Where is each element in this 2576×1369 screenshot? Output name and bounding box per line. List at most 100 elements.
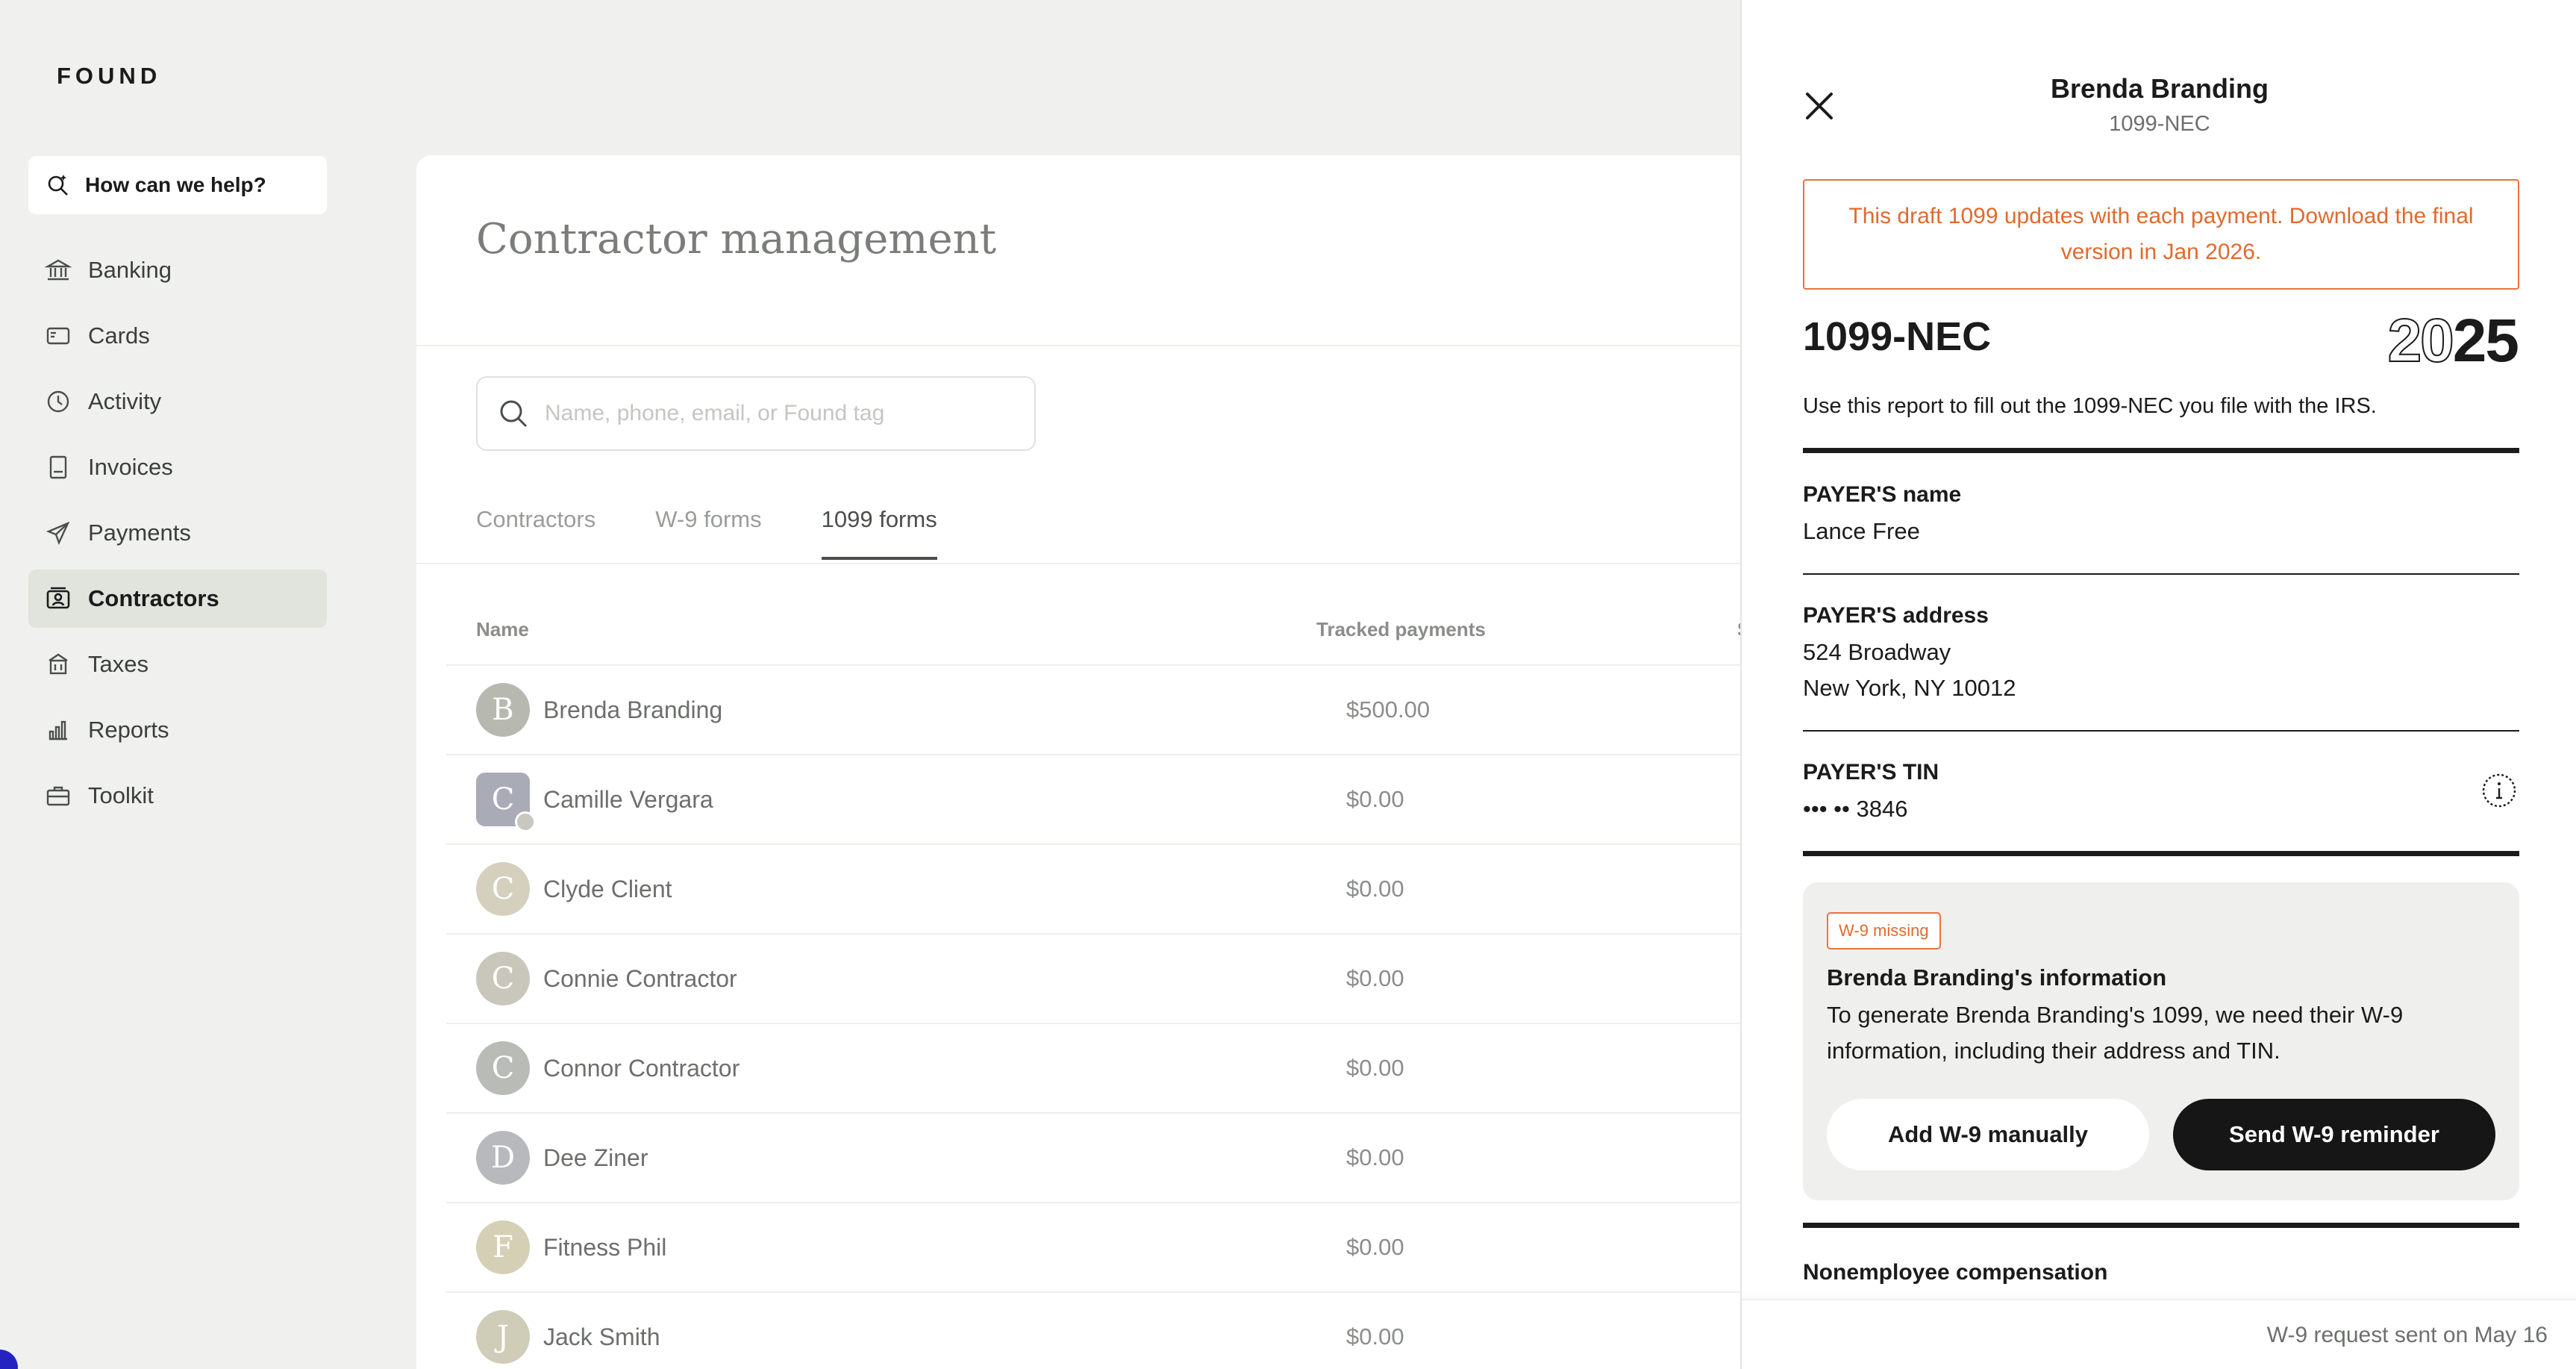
contractor-name: Dee Ziner [543,1144,648,1171]
tracked-amount: $0.00 [1346,965,1404,991]
table-row[interactable]: J Jack Smith $0.00 [446,1291,1797,1369]
sidebar-item-label: Taxes [88,651,149,677]
sidebar-item-label: Toolkit [88,782,154,808]
help-search-icon [48,175,68,196]
table-row[interactable]: B Brenda Branding $500.00 [446,664,1797,754]
sidebar-item-contractors[interactable]: Contractors [28,570,327,628]
payer-address-label: PAYER'S address [1803,603,1989,628]
avatar-initial: C [491,782,515,817]
sidebar-item-payments[interactable]: Payments [28,504,327,562]
tracked-amount: $0.00 [1346,1144,1404,1170]
draft-notice: This draft 1099 updates with each paymen… [1803,179,2519,290]
payer-address-line-2: New York, NY 10012 [1803,675,2016,701]
contractor-name: Camille Vergara [543,785,713,813]
form-year: 2025 [2387,306,2519,376]
avatar: C [476,1041,530,1095]
tab-1099-forms[interactable]: 1099 forms [821,506,937,560]
section-divider [1803,851,2519,856]
sidebar-item-label: Payments [88,520,191,546]
avatar: C [476,952,530,1005]
avatar: J [476,1310,530,1364]
sidebar-item-label: Activity [88,388,162,414]
help-label: How can we help? [85,173,266,196]
invoice-icon [49,455,67,479]
sidebar-item-banking[interactable]: Banking [28,241,327,299]
sidebar-item-label: Cards [88,322,150,349]
table-row[interactable]: D Dee Ziner $0.00 [446,1112,1797,1202]
contractor-table: B Brenda Branding $500.00 C Camille Verg… [446,664,1797,1369]
contractor-search[interactable]: Name, phone, email, or Found tag [476,376,1036,451]
sidebar-item-label: Banking [88,257,172,283]
sidebar-item-activity[interactable]: Activity [28,372,327,431]
payer-tin-value: ••• •• 3846 [1803,796,1908,822]
tracked-amount: $0.00 [1346,1323,1404,1350]
w9-missing-badge: W-9 missing [1827,912,1941,949]
reports-icon [49,720,67,740]
avatar: B [476,683,530,737]
main-panel: Contractor management Name, phone, email… [416,155,1797,1369]
found-logo[interactable]: FOUND [57,63,161,90]
nonemployee-compensation-label: Nonemployee compensation [1803,1260,2108,1285]
tab-w9-forms[interactable]: W-9 forms [655,506,761,560]
table-row[interactable]: C Connor Contractor $0.00 [446,1023,1797,1112]
help-search-button[interactable]: How can we help? [28,156,327,214]
tracked-amount: $0.00 [1346,786,1404,812]
sidebar-item-reports[interactable]: Reports [28,701,327,759]
payer-address-line-1: 524 Broadway [1803,639,1951,665]
search-input[interactable]: Name, phone, email, or Found tag [545,401,884,426]
drawer-subtitle: 1099-NEC [2109,112,2210,136]
avatar: C [476,773,536,832]
column-header-tracked-payments[interactable]: Tracked payments [1316,618,1486,641]
table-row[interactable]: C Connie Contractor $0.00 [446,933,1797,1023]
tabs-divider [416,563,1760,564]
drawer-footer: W-9 request sent on May 16 [1742,1299,2576,1369]
table-row[interactable]: C Camille Vergara $0.00 [446,754,1797,843]
add-w9-manually-button[interactable]: Add W-9 manually [1827,1099,2149,1170]
w9-card-text: To generate Brenda Branding's 1099, we n… [1827,1002,2404,1064]
page-title: Contractor management [476,215,997,263]
contractor-name: Connie Contractor [543,964,737,992]
send-w9-reminder-button[interactable]: Send W-9 reminder [2173,1099,2495,1170]
sidebar-item-label: Reports [88,717,169,743]
contractor-name: Connor Contractor [543,1054,740,1082]
w9-request-status: W-9 request sent on May 16 [2266,1323,2548,1347]
section-divider [1803,448,2519,453]
payer-tin-label: PAYER'S TIN [1803,760,1939,785]
contractor-icon [46,587,70,609]
info-icon[interactable] [2480,772,2518,809]
tab-contractors[interactable]: Contractors [476,506,595,560]
avatar: C [476,862,530,916]
drawer-title: Brenda Branding [2050,73,2269,104]
column-header-name[interactable]: Name [476,618,529,641]
avatar: D [476,1131,530,1185]
contractor-name: Jack Smith [543,1323,660,1350]
found-user-badge-icon [515,811,536,832]
payer-name-label: PAYER'S name [1803,482,1962,507]
sidebar-item-label: Invoices [88,454,173,480]
sidebar-item-cards[interactable]: Cards [28,307,327,365]
w9-missing-card: W-9 missing Brenda Branding's informatio… [1803,882,2519,1200]
card-icon [46,327,70,345]
form-1099-drawer: Brenda Branding 1099-NEC This draft 1099… [1740,0,2576,1369]
tracked-amount: $0.00 [1346,1234,1404,1260]
send-icon [46,521,70,546]
bank-icon [45,259,72,281]
w9-card-title: Brenda Branding's information [1827,964,2167,991]
clock-icon [47,390,69,413]
form-year-solid: 25 [2452,307,2519,375]
sidebar-item-taxes[interactable]: Taxes [28,635,327,693]
form-description: Use this report to fill out the 1099-NEC… [1803,394,2377,418]
sidebar-nav: Banking Cards Activity Invoices Payments [28,241,327,832]
payer-name-value: Lance Free [1803,518,1920,544]
sidebar-item-toolkit[interactable]: Toolkit [28,767,327,825]
avatar: F [476,1220,530,1274]
taxes-icon [49,653,68,675]
contractor-name: Clyde Client [543,875,672,902]
section-divider [1803,1223,2519,1228]
tracked-amount: $0.00 [1346,876,1404,902]
sidebar-item-label: Contractors [88,585,219,611]
tabs: Contractors W-9 forms 1099 forms [476,506,937,560]
sidebar-item-invoices[interactable]: Invoices [28,438,327,496]
table-row[interactable]: C Clyde Client $0.00 [446,843,1797,933]
table-row[interactable]: F Fitness Phil $0.00 [446,1202,1797,1291]
